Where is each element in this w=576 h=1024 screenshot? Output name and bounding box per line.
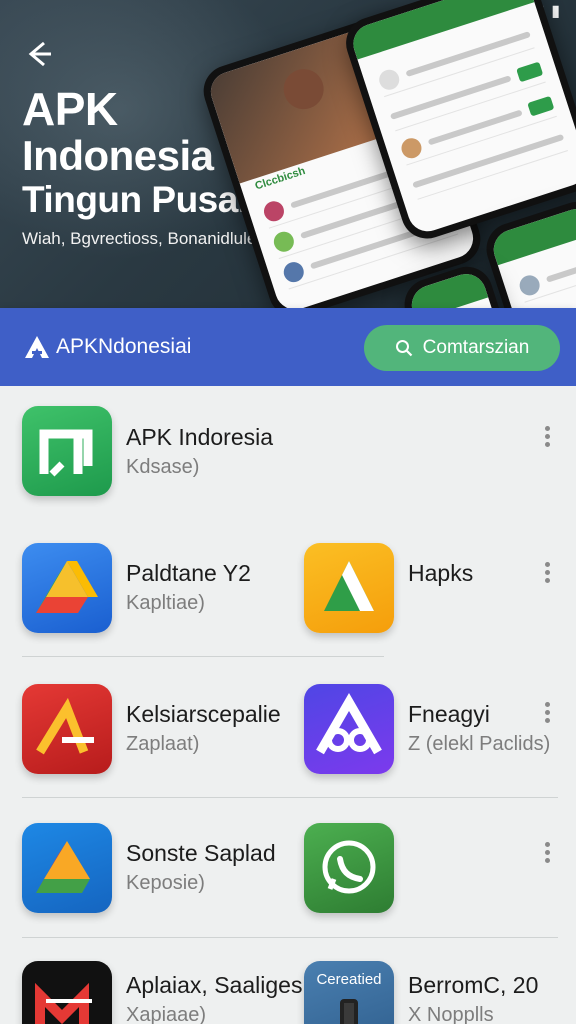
search-button[interactable]: Comtarszian bbox=[364, 325, 560, 371]
hero-subtitle: Wiah, Bgvrectioss, Bonanidlulelai bbox=[22, 229, 274, 248]
hero-title-line1: APK bbox=[22, 83, 118, 135]
app-subtitle: Kdsase) bbox=[126, 456, 200, 478]
app-subtitle: Keposie) bbox=[126, 872, 205, 894]
back-arrow-icon[interactable] bbox=[22, 38, 54, 70]
icon-label: Cereatied bbox=[316, 971, 382, 988]
search-icon bbox=[395, 340, 412, 357]
app-subtitle: Z (elekl Paclids) bbox=[408, 733, 551, 755]
whatsapp-app-icon[interactable] bbox=[304, 823, 394, 913]
app-name[interactable]: Aplaiax, Saaliges bbox=[126, 972, 302, 999]
search-button-label: Comtarszian bbox=[422, 337, 530, 358]
divider bbox=[22, 797, 558, 798]
drive-app-icon[interactable] bbox=[22, 543, 112, 633]
app-name[interactable]: Fneagyi bbox=[408, 701, 490, 728]
sonste-saplad-app-icon[interactable] bbox=[22, 823, 112, 913]
app-list: APK Indoresia Kdsase) Paldtane Y2 Kaplti… bbox=[0, 386, 576, 1024]
app-bar: APKNdonesiai Comtarszian bbox=[0, 308, 576, 386]
app-name[interactable]: Sonste Saplad bbox=[126, 840, 276, 867]
app-name[interactable]: BerromC, 20 bbox=[408, 972, 538, 999]
app-name[interactable]: APK Indoresia bbox=[126, 424, 273, 451]
hero-banner: ⚙ ◢ ▮ APK Indonesia Tingun Pusam Wiah, B… bbox=[0, 0, 576, 308]
app-name[interactable]: Paldtane Y2 bbox=[126, 560, 251, 587]
fneagyi-app-icon[interactable] bbox=[304, 684, 394, 774]
aplaiax-app-icon[interactable] bbox=[22, 961, 112, 1024]
app-subtitle: Xapiaae) bbox=[126, 1004, 207, 1024]
apk-indonesia-app-icon[interactable] bbox=[22, 406, 112, 496]
row-more-icon[interactable] bbox=[544, 562, 552, 586]
battery-icon: ▮ bbox=[551, 3, 560, 20]
row-more-icon[interactable] bbox=[544, 842, 552, 866]
app-subtitle: X Nopplls bbox=[408, 1004, 494, 1024]
row-more-icon[interactable] bbox=[544, 702, 552, 726]
app-name[interactable]: Hapks bbox=[408, 560, 473, 587]
divider bbox=[22, 937, 558, 938]
app-subtitle: Zaplaat) bbox=[126, 733, 200, 755]
row-more-icon[interactable] bbox=[544, 426, 552, 450]
divider bbox=[22, 656, 384, 657]
apk-logo-icon bbox=[24, 335, 50, 359]
brand-name: APKNdonesiai bbox=[56, 335, 192, 358]
hero-title-line2: Indonesia bbox=[22, 132, 214, 179]
kelsiarscepalie-app-icon[interactable] bbox=[22, 684, 112, 774]
app-subtitle: Kapltiae) bbox=[126, 592, 205, 614]
app-name[interactable]: Kelsiarscepalie bbox=[126, 701, 281, 728]
cereatied-app-icon[interactable]: Cereatied bbox=[304, 961, 394, 1024]
hapks-app-icon[interactable] bbox=[304, 543, 394, 633]
